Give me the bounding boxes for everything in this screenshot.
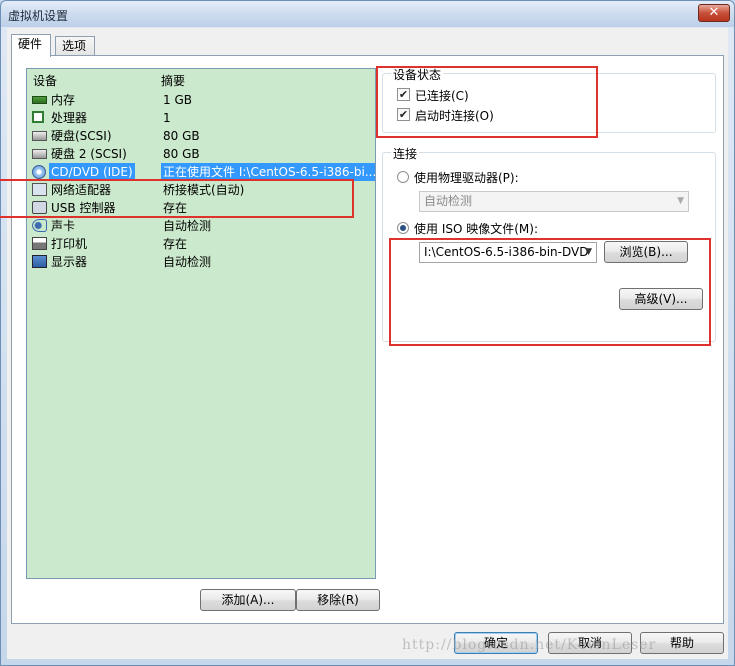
dialog-client-area: 硬件 选项 设备 摘要 内存 1 GB 处理器 1 硬盘(SCSI) 80 GB… — [0, 28, 728, 659]
column-header-summary[interactable]: 摘要 — [161, 72, 185, 89]
device-summary: 80 GB — [163, 129, 200, 143]
add-button[interactable]: 添加(A)... — [200, 589, 296, 611]
list-item-sound-card[interactable]: 声卡 自动检测 — [27, 217, 375, 235]
cpu-icon — [32, 111, 44, 123]
memory-icon — [32, 96, 47, 104]
list-item-display[interactable]: 显示器 自动检测 — [27, 253, 375, 271]
device-summary: 1 — [163, 111, 171, 125]
iso-image-label[interactable]: 使用 ISO 映像文件(M): — [414, 220, 538, 237]
device-name: 内存 — [51, 93, 76, 107]
annotation-highlight-device-status — [376, 66, 598, 138]
hard-disk-icon — [32, 131, 47, 141]
tab-hardware[interactable]: 硬件 — [11, 34, 51, 57]
device-name: 声卡 — [51, 219, 76, 233]
device-name: 硬盘 2 (SCSI) — [51, 147, 127, 161]
vm-settings-window: 虚拟机设置 ✕ 硬件 选项 设备 摘要 内存 1 GB 处理器 1 硬盘(SCS… — [0, 0, 735, 666]
remove-button[interactable]: 移除(R) — [296, 589, 380, 611]
close-button[interactable]: ✕ — [698, 4, 730, 22]
chevron-down-icon: ▼ — [677, 196, 684, 206]
list-item-printer[interactable]: 打印机 存在 — [27, 235, 375, 253]
sound-icon — [32, 219, 47, 232]
tab-options[interactable]: 选项 — [55, 36, 95, 56]
device-summary: 自动检测 — [163, 219, 212, 233]
title-bar[interactable]: 虚拟机设置 ✕ — [1, 1, 734, 27]
physical-drive-radio[interactable] — [397, 171, 409, 183]
annotation-highlight-iso — [389, 238, 711, 346]
device-name: 显示器 — [51, 255, 88, 269]
column-header-device[interactable]: 设备 — [33, 72, 57, 89]
list-item-hard-disk[interactable]: 硬盘(SCSI) 80 GB — [27, 127, 375, 145]
hard-disk-icon — [32, 149, 47, 159]
device-name: 处理器 — [51, 111, 88, 125]
device-name: 打印机 — [51, 237, 88, 251]
device-name: 硬盘(SCSI) — [51, 129, 112, 143]
device-summary: 1 GB — [163, 93, 192, 107]
annotation-highlight-cd-dvd — [0, 179, 354, 218]
physical-drive-label[interactable]: 使用物理驱动器(P): — [414, 169, 519, 186]
device-summary: 80 GB — [163, 147, 200, 161]
list-item-processor[interactable]: 处理器 1 — [27, 109, 375, 127]
list-item-hard-disk-2[interactable]: 硬盘 2 (SCSI) 80 GB — [27, 145, 375, 163]
connection-label: 连接 — [391, 145, 420, 162]
device-list-header: 设备 摘要 — [27, 69, 375, 89]
device-summary: 存在 — [163, 237, 188, 251]
device-summary: 自动检测 — [163, 255, 212, 269]
cd-dvd-icon — [32, 165, 46, 179]
physical-drive-select[interactable]: 自动检测 ▼ — [419, 191, 689, 212]
list-item-memory[interactable]: 内存 1 GB — [27, 91, 375, 109]
watermark: http://blog.csdn.net/KevinLeser — [402, 637, 657, 653]
display-icon — [32, 255, 47, 268]
window-title: 虚拟机设置 — [8, 9, 69, 23]
hardware-panel: 设备 摘要 内存 1 GB 处理器 1 硬盘(SCSI) 80 GB 硬盘 2 … — [0, 55, 724, 624]
device-list: 设备 摘要 内存 1 GB 处理器 1 硬盘(SCSI) 80 GB 硬盘 2 … — [26, 68, 376, 579]
printer-icon — [32, 237, 47, 250]
physical-drive-value: 自动检测 — [424, 194, 473, 208]
iso-image-radio[interactable] — [397, 222, 409, 234]
